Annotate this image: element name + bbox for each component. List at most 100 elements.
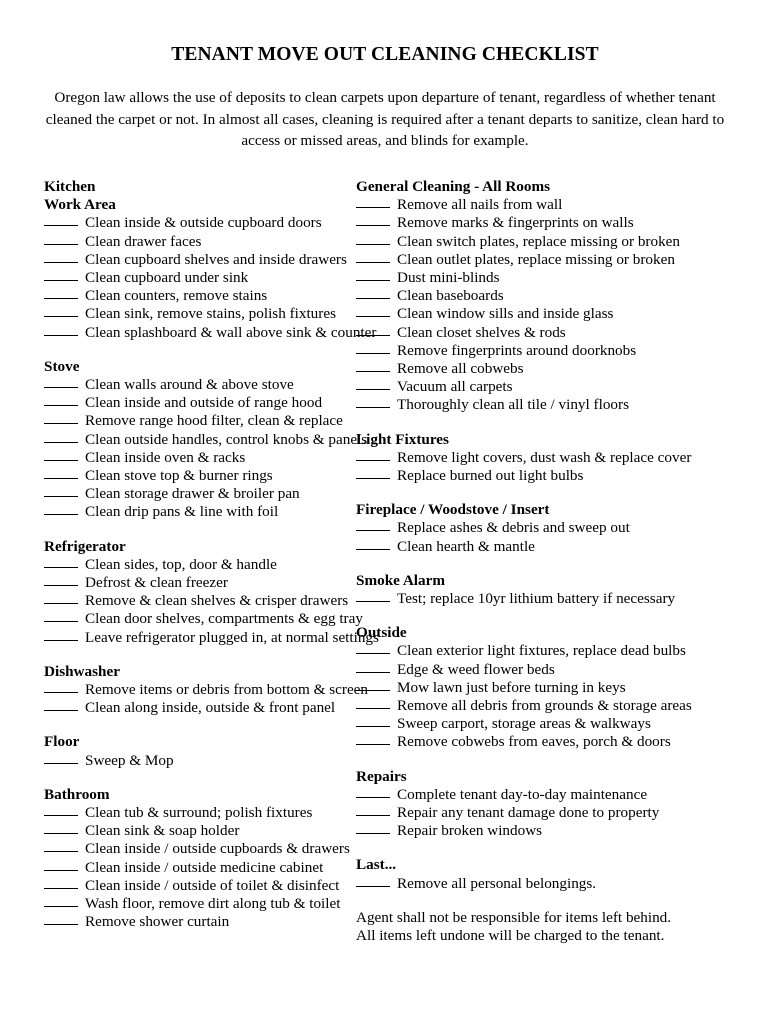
checklist-blank-line[interactable] bbox=[44, 243, 78, 245]
checklist-blank-line[interactable] bbox=[44, 334, 78, 336]
checklist-item[interactable]: Clean door shelves, compartments & egg t… bbox=[44, 610, 363, 628]
checklist-blank-line[interactable] bbox=[44, 585, 78, 586]
checklist-item[interactable]: Remove marks & fingerprints on walls bbox=[356, 214, 730, 232]
checklist-blank-line[interactable] bbox=[44, 298, 78, 300]
checklist-blank-line[interactable] bbox=[356, 352, 390, 354]
checklist-item[interactable]: Leave refrigerator plugged in, at normal… bbox=[44, 629, 379, 647]
checklist-item[interactable]: Clean walls around & above stove bbox=[44, 376, 350, 394]
checklist-item[interactable]: Remove cobwebs from eaves, porch & doors bbox=[356, 733, 730, 751]
checklist-blank-line[interactable] bbox=[44, 692, 78, 694]
checklist-item[interactable]: Clean window sills and inside glass bbox=[356, 305, 730, 323]
checklist-item[interactable]: Wash floor, remove dirt along tub & toil… bbox=[44, 895, 350, 913]
checklist-blank-line[interactable] bbox=[44, 386, 78, 388]
checklist-blank-line[interactable] bbox=[44, 906, 78, 908]
checklist-blank-line[interactable] bbox=[356, 389, 390, 391]
checklist-blank-line[interactable] bbox=[44, 496, 78, 498]
checklist-item[interactable]: Thoroughly clean all tile / vinyl floors bbox=[356, 396, 730, 414]
checklist-blank-line[interactable] bbox=[44, 924, 78, 926]
checklist-item[interactable]: Clean drawer faces bbox=[44, 233, 350, 251]
checklist-item[interactable]: Clean inside and outside of range hood bbox=[44, 394, 350, 412]
checklist-item[interactable]: Replace burned out light bulbs bbox=[356, 467, 730, 485]
checklist-blank-line[interactable] bbox=[44, 851, 78, 853]
checklist-item[interactable]: Clean outlet plates, replace missing or … bbox=[356, 251, 730, 269]
checklist-item[interactable]: Mow lawn just before turning in keys bbox=[356, 679, 730, 697]
checklist-blank-line[interactable] bbox=[44, 459, 78, 461]
checklist-blank-line[interactable] bbox=[356, 225, 390, 227]
checklist-blank-line[interactable] bbox=[356, 726, 390, 728]
checklist-item[interactable]: Clean closet shelves & rods bbox=[356, 324, 730, 342]
checklist-item[interactable]: Clean inside oven & racks bbox=[44, 449, 350, 467]
checklist-item[interactable]: Remove shower curtain bbox=[44, 913, 350, 931]
checklist-blank-line[interactable] bbox=[44, 405, 78, 407]
checklist-blank-line[interactable] bbox=[356, 261, 390, 263]
checklist-item[interactable]: Remove all nails from wall bbox=[356, 196, 730, 214]
checklist-item[interactable]: Clean drip pans & line with foil bbox=[44, 503, 350, 521]
checklist-item[interactable]: Clean exterior light fixtures, replace d… bbox=[356, 642, 730, 660]
checklist-item[interactable]: Complete tenant day-to-day maintenance bbox=[356, 786, 730, 804]
checklist-item[interactable]: Clean tub & surround; polish fixtures bbox=[44, 804, 350, 822]
checklist-item[interactable]: Remove & clean shelves & crisper drawers bbox=[44, 592, 350, 610]
checklist-item[interactable]: Clean counters, remove stains bbox=[44, 287, 350, 305]
checklist-item[interactable]: Defrost & clean freezer bbox=[44, 574, 350, 592]
checklist-item[interactable]: Clean along inside, outside & front pane… bbox=[44, 699, 350, 717]
checklist-item[interactable]: Remove light covers, dust wash & replace… bbox=[356, 449, 730, 467]
checklist-item[interactable]: Clean inside / outside cupboards & drawe… bbox=[44, 840, 350, 858]
checklist-item[interactable]: Remove all personal belongings. bbox=[356, 875, 730, 893]
checklist-item[interactable]: Vacuum all carpets bbox=[356, 378, 730, 396]
checklist-blank-line[interactable] bbox=[356, 744, 390, 746]
checklist-blank-line[interactable] bbox=[356, 815, 390, 817]
checklist-blank-line[interactable] bbox=[44, 869, 78, 871]
checklist-blank-line[interactable] bbox=[356, 653, 390, 655]
checklist-blank-line[interactable] bbox=[44, 261, 78, 263]
checklist-item[interactable]: Remove range hood filter, clean & replac… bbox=[44, 412, 350, 430]
checklist-blank-line[interactable] bbox=[356, 279, 390, 281]
checklist-blank-line[interactable] bbox=[44, 279, 78, 281]
checklist-item[interactable]: Remove items or debris from bottom & scr… bbox=[44, 681, 368, 699]
checklist-blank-line[interactable] bbox=[356, 689, 390, 691]
checklist-blank-line[interactable] bbox=[44, 639, 78, 641]
checklist-blank-line[interactable] bbox=[356, 796, 390, 798]
checklist-item[interactable]: Clean stove top & burner rings bbox=[44, 467, 350, 485]
checklist-item[interactable]: Replace ashes & debris and sweep out bbox=[356, 519, 730, 537]
checklist-item[interactable]: Sweep carport, storage areas & walkways bbox=[356, 715, 730, 733]
checklist-blank-line[interactable] bbox=[356, 370, 390, 372]
checklist-item[interactable]: Clean switch plates, replace missing or … bbox=[356, 233, 730, 251]
checklist-item[interactable]: Clean inside / outside of toilet & disin… bbox=[44, 877, 350, 895]
checklist-blank-line[interactable] bbox=[44, 603, 78, 605]
checklist-item[interactable]: Clean outside handles, control knobs & p… bbox=[44, 431, 367, 449]
checklist-item[interactable]: Test; replace 10yr lithium battery if ne… bbox=[356, 590, 730, 608]
checklist-item[interactable]: Clean splashboard & wall above sink & co… bbox=[44, 324, 376, 342]
checklist-item[interactable]: Clean sink, remove stains, polish fixtur… bbox=[44, 305, 350, 323]
checklist-item[interactable]: Clean inside / outside medicine cabinet bbox=[44, 859, 350, 877]
checklist-blank-line[interactable] bbox=[356, 243, 390, 245]
checklist-item[interactable]: Repair broken windows bbox=[356, 822, 730, 840]
checklist-item[interactable]: Repair any tenant damage done to propert… bbox=[356, 804, 730, 822]
checklist-item[interactable]: Remove fingerprints around doorknobs bbox=[356, 342, 730, 360]
checklist-blank-line[interactable] bbox=[44, 316, 78, 318]
checklist-item[interactable]: Remove all cobwebs bbox=[356, 360, 730, 378]
checklist-item[interactable]: Clean sink & soap holder bbox=[44, 822, 350, 840]
checklist-blank-line[interactable] bbox=[44, 566, 78, 568]
checklist-blank-line[interactable] bbox=[356, 601, 390, 602]
checklist-blank-line[interactable] bbox=[44, 477, 78, 479]
checklist-item[interactable]: Clean storage drawer & broiler pan bbox=[44, 485, 350, 503]
checklist-blank-line[interactable] bbox=[44, 514, 78, 516]
checklist-blank-line[interactable] bbox=[356, 530, 390, 532]
checklist-blank-line[interactable] bbox=[356, 459, 390, 461]
checklist-blank-line[interactable] bbox=[356, 885, 390, 887]
checklist-blank-line[interactable] bbox=[356, 207, 390, 209]
checklist-blank-line[interactable] bbox=[44, 710, 78, 712]
checklist-item[interactable]: Edge & weed flower beds bbox=[356, 661, 730, 679]
checklist-blank-line[interactable] bbox=[44, 423, 78, 425]
checklist-blank-line[interactable] bbox=[44, 887, 78, 889]
checklist-blank-line[interactable] bbox=[44, 762, 78, 764]
checklist-blank-line[interactable] bbox=[356, 407, 390, 409]
checklist-blank-line[interactable] bbox=[356, 671, 390, 673]
checklist-item[interactable]: Clean cupboard under sink bbox=[44, 269, 350, 287]
checklist-item[interactable]: Remove all debris from grounds & storage… bbox=[356, 697, 730, 715]
checklist-blank-line[interactable] bbox=[356, 708, 390, 710]
checklist-item[interactable]: Clean baseboards bbox=[356, 287, 730, 305]
checklist-item[interactable]: Clean sides, top, door & handle bbox=[44, 556, 350, 574]
checklist-blank-line[interactable] bbox=[356, 316, 390, 318]
checklist-blank-line[interactable] bbox=[356, 548, 390, 550]
